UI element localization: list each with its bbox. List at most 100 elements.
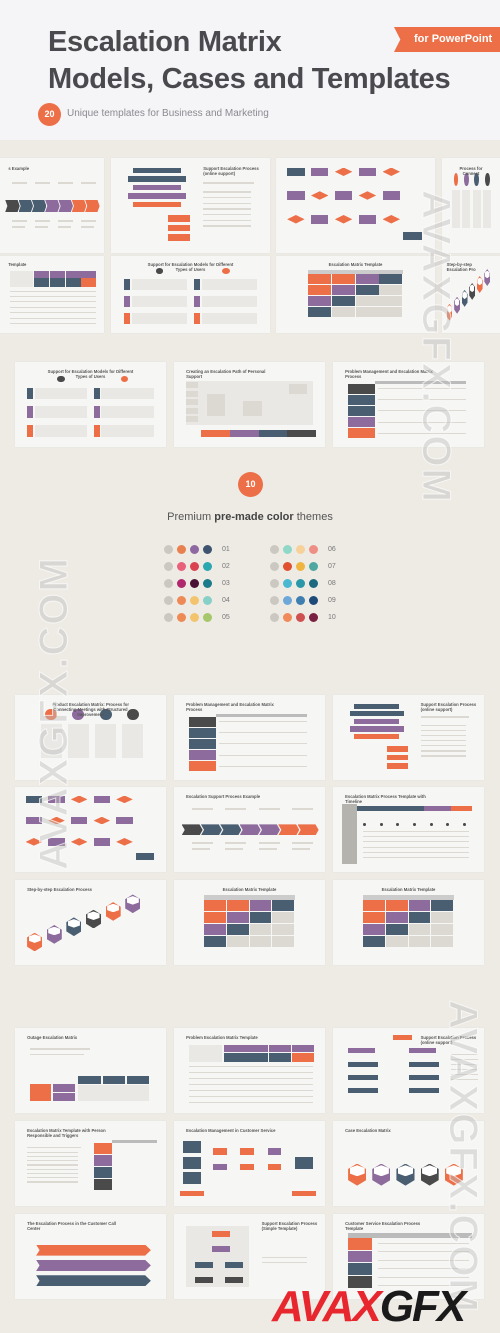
slide-shape: [200, 824, 222, 836]
slide-shape: [133, 184, 181, 191]
slide-shape: [261, 1261, 307, 1264]
slide-shape: [93, 387, 100, 400]
color-swatch: [270, 612, 279, 622]
slide-thumbnail[interactable]: Problem Escalation Matrix Template: [174, 1028, 325, 1113]
slide-shape: [288, 384, 307, 395]
slide-shape: [85, 199, 100, 213]
slide-shape: [348, 1237, 373, 1250]
slide-thumbnail[interactable]: Escalation Matrix Template with Person R…: [15, 1121, 166, 1206]
slide-thumbnail[interactable]: Step-by-step Escalation Process: [15, 880, 166, 965]
slide-shape: [58, 199, 73, 213]
slide-thumbnail[interactable]: Support Escalation Process (online suppo…: [333, 695, 484, 780]
slide-shape: [58, 219, 73, 222]
slide-shape: [93, 816, 111, 825]
slide-thumbnail[interactable]: Escalation Support Process Example: [174, 787, 325, 872]
slide-shape: [58, 226, 71, 229]
theme-number: 03: [222, 579, 230, 587]
slide-shape: [116, 816, 133, 825]
slide-shape: [307, 269, 404, 274]
color-swatch: [164, 578, 173, 588]
slide-shape: [331, 296, 355, 307]
slide-shape: [223, 1045, 246, 1052]
slide-shape: [193, 279, 201, 290]
slide-shape: [186, 390, 199, 397]
theme-number: 10: [328, 613, 336, 621]
slide-shape: [349, 726, 404, 732]
slide-shape: [291, 1052, 314, 1062]
slide-shape: [219, 754, 307, 756]
slide-thumbnail[interactable]: Escalation Management in Customer Servic…: [174, 1121, 325, 1206]
color-swatch: [283, 612, 292, 622]
slide-thumbnail[interactable]: Support Escalation Process (online suppo…: [111, 158, 270, 253]
color-swatch: [270, 578, 279, 588]
color-swatch: [296, 612, 305, 622]
color-swatch: [164, 612, 173, 622]
slide-shape: [27, 1151, 79, 1153]
slide-shape: [258, 430, 288, 437]
watermark-vertical: AVAXGFX.COM: [32, 556, 77, 871]
slide-title: s Example: [8, 165, 30, 171]
color-swatch: [283, 595, 292, 605]
slide-thumbnail[interactable]: Escalation Matrix Template: [333, 880, 484, 965]
slide-thumbnail[interactable]: Support for Escalation Models for Differ…: [111, 256, 270, 333]
slide-shape: [34, 424, 88, 437]
color-swatch: [190, 595, 199, 605]
slide-title: Outage Escalation Matrix: [27, 1034, 78, 1040]
slide-shape: [379, 285, 403, 296]
slide-shape: [363, 846, 469, 848]
slide-shape: [249, 912, 272, 924]
slide-shape: [123, 296, 131, 307]
slide-shape: [355, 296, 379, 307]
slide-thumbnail[interactable]: s Example: [0, 158, 104, 253]
slide-shape: [272, 900, 295, 912]
slide-shape: [168, 215, 191, 222]
slide-thumbnail[interactable]: Escalation Matrix Template: [174, 880, 325, 965]
slide-shape: [81, 181, 96, 184]
slide-shape: [81, 271, 97, 278]
slide-shape: [58, 181, 73, 184]
slide-shape: [223, 1052, 246, 1062]
slide-thumbnail[interactable]: Problem Management and Escalation Matrix…: [174, 695, 325, 780]
slide-shape: [431, 936, 454, 948]
color-theme-row: 07: [270, 560, 336, 572]
slide-shape: [93, 838, 111, 846]
slide-shape: [49, 271, 65, 278]
slide-shape: [201, 296, 258, 307]
color-swatch: [296, 595, 305, 605]
color-swatch: [177, 544, 186, 554]
slide-thumbnail[interactable]: The Escalation Process in the Customer C…: [15, 1214, 166, 1299]
slide-thumbnail[interactable]: Creating an Escalation Path of Personal …: [174, 362, 325, 447]
slide-shape: [408, 924, 431, 936]
color-swatch: [177, 612, 186, 622]
slide-shape: [348, 1048, 376, 1054]
slide-shape: [168, 224, 191, 232]
color-theme-row: 10: [270, 611, 336, 623]
slide-shape: [239, 824, 261, 836]
slide-shape: [462, 190, 471, 229]
slide-shape: [203, 181, 255, 184]
slide-shape: [348, 1250, 373, 1263]
slide-title: Escalation Matrix Template: [328, 262, 383, 268]
slide-shape: [240, 1163, 255, 1171]
slide-shape: [101, 406, 154, 419]
slide-thumbnail[interactable]: Outage Escalation Matrix: [15, 1028, 166, 1113]
color-theme-row: 03: [164, 577, 230, 589]
slide-thumbnail[interactable]: Escalation Matrix Template: [276, 256, 435, 333]
slide-thumbnail[interactable]: [276, 158, 435, 253]
slide-title: Support for Escalation Models for Differ…: [47, 368, 134, 379]
slide-thumbnail[interactable]: Problem Management and Escalation Matrix…: [333, 362, 484, 447]
slide-thumbnail[interactable]: Template: [0, 256, 104, 333]
slide-shape: [189, 750, 217, 761]
color-swatch: [309, 595, 318, 605]
slide-shape: [363, 851, 469, 853]
theme-number: 06: [328, 545, 336, 553]
slide-thumbnail[interactable]: Support for Escalation Models for Differ…: [15, 362, 166, 447]
slide-shape: [10, 317, 96, 319]
slide-shape: [219, 721, 307, 723]
slide-shape: [462, 822, 466, 827]
color-swatch: [177, 578, 186, 588]
slide-shape: [431, 924, 454, 936]
slide-shape: [128, 193, 186, 199]
slide-thumbnail[interactable]: Escalation Matrix Process Template with …: [333, 787, 484, 872]
slide-shape: [30, 1053, 85, 1056]
